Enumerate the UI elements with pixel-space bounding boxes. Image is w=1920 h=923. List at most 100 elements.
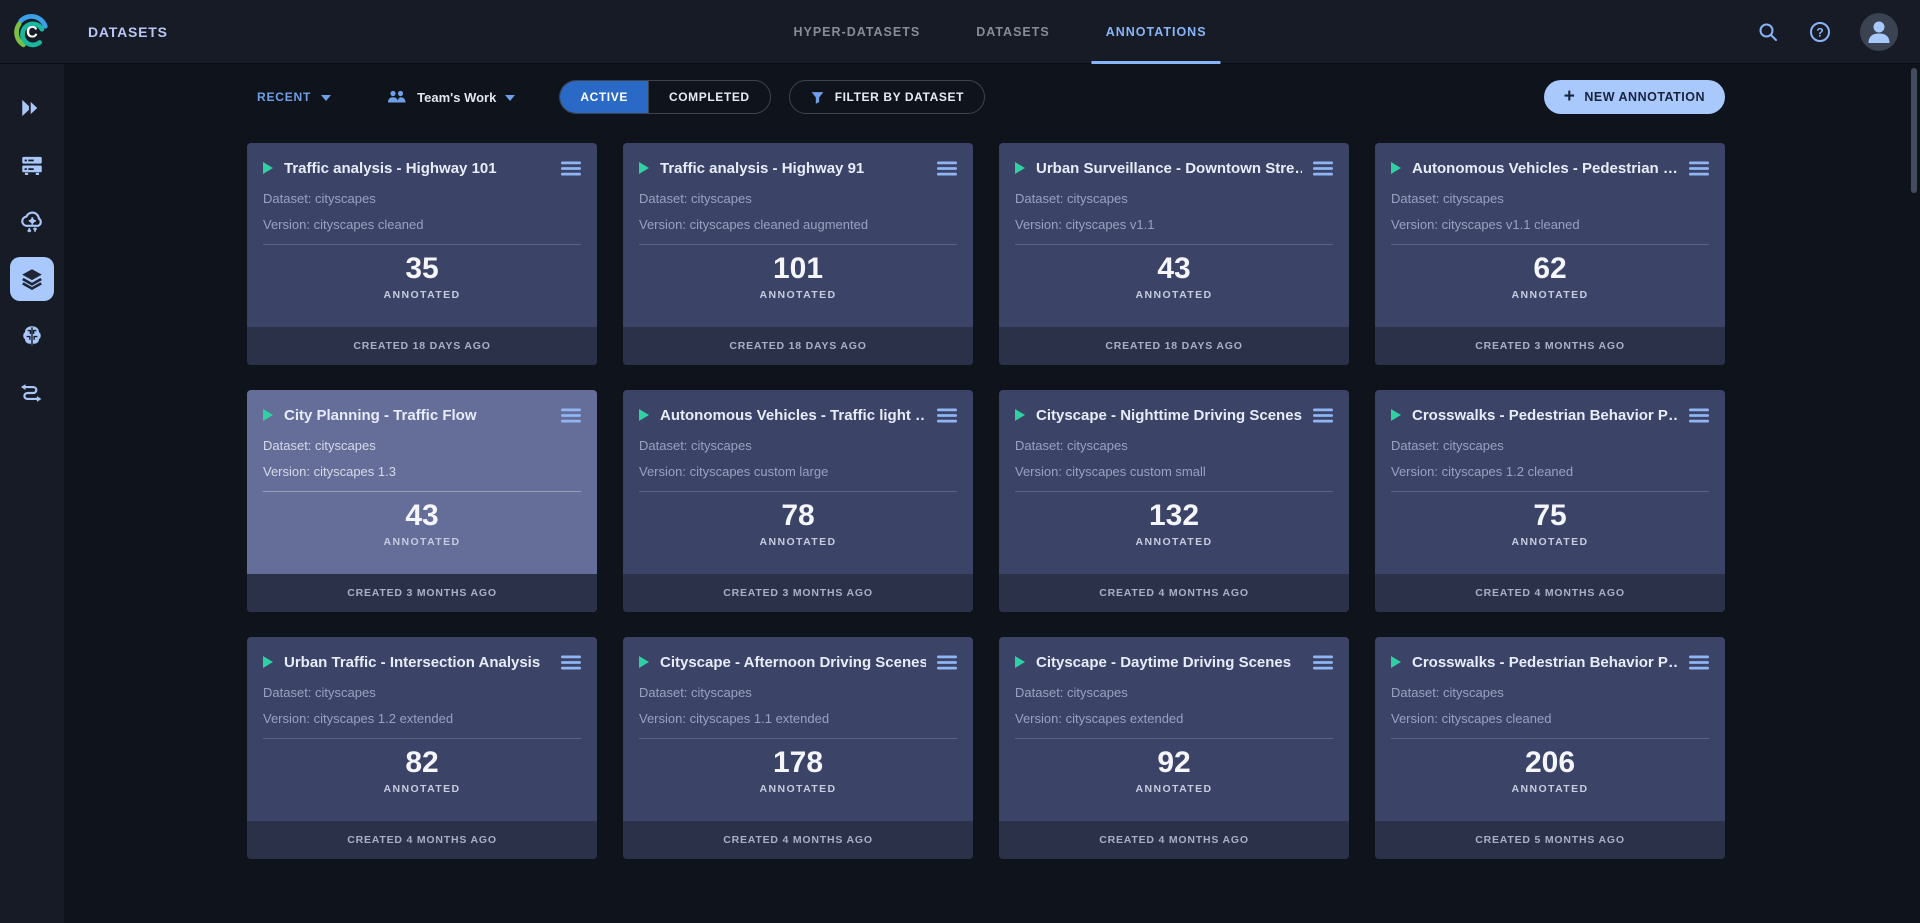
- card-created-footer: CREATED 4 MONTHS AGO: [247, 821, 597, 859]
- filter-by-dataset-button[interactable]: FILTER BY DATASET: [789, 80, 985, 114]
- card-created-footer: CREATED 4 MONTHS AGO: [1375, 574, 1725, 612]
- sidebar-item-pipelines[interactable]: [10, 371, 54, 415]
- play-icon[interactable]: [263, 162, 273, 174]
- card-menu-button[interactable]: [937, 655, 957, 670]
- play-icon[interactable]: [1391, 162, 1401, 174]
- annotated-label: ANNOTATED: [1391, 289, 1709, 301]
- card-version: Version: cityscapes custom large: [639, 464, 957, 479]
- sidebar-nav: [0, 64, 64, 923]
- card-created-footer: CREATED 5 MONTHS AGO: [1375, 821, 1725, 859]
- new-annotation-button[interactable]: + NEW ANNOTATION: [1544, 80, 1725, 114]
- card-dataset: Dataset: cityscapes: [263, 191, 581, 206]
- card-created-footer: CREATED 18 DAYS AGO: [247, 327, 597, 365]
- sidebar-item-models[interactable]: [10, 314, 54, 358]
- card-version: Version: cityscapes 1.2 extended: [263, 711, 581, 726]
- sort-dropdown[interactable]: RECENT: [257, 90, 331, 104]
- card-menu-button[interactable]: [561, 655, 581, 670]
- card-created-footer: CREATED 4 MONTHS AGO: [999, 821, 1349, 859]
- card-created-footer: CREATED 18 DAYS AGO: [623, 327, 973, 365]
- annotation-card[interactable]: Cityscape - Afternoon Driving Scenes Dat…: [623, 637, 973, 859]
- play-icon[interactable]: [263, 656, 273, 668]
- annotation-card[interactable]: Urban Traffic - Intersection Analysis Da…: [247, 637, 597, 859]
- card-menu-button[interactable]: [1313, 655, 1333, 670]
- annotated-label: ANNOTATED: [1391, 536, 1709, 548]
- hamburger-menu-icon: [1689, 655, 1709, 670]
- card-menu-button[interactable]: [937, 408, 957, 423]
- card-divider: [639, 244, 957, 245]
- annotation-card[interactable]: Traffic analysis - Highway 91 Dataset: c…: [623, 143, 973, 365]
- status-filter-active[interactable]: ACTIVE: [560, 81, 648, 113]
- card-header: Autonomous Vehicles - Pedestrian …: [1391, 156, 1709, 180]
- play-icon[interactable]: [1015, 656, 1025, 668]
- card-menu-button[interactable]: [937, 161, 957, 176]
- annotation-card[interactable]: Traffic analysis - Highway 101 Dataset: …: [247, 143, 597, 365]
- card-menu-button[interactable]: [1689, 408, 1709, 423]
- card-menu-button[interactable]: [1689, 161, 1709, 176]
- card-title: Crosswalks - Pedestrian Behavior P…: [1412, 407, 1678, 424]
- annotation-card[interactable]: City Planning - Traffic Flow Dataset: ci…: [247, 390, 597, 612]
- card-version: Version: cityscapes cleaned augmented: [639, 217, 957, 232]
- svg-text:?: ?: [1816, 25, 1823, 39]
- sidebar-item-datasets[interactable]: [10, 257, 54, 301]
- card-menu-button[interactable]: [1313, 161, 1333, 176]
- projects-icon: [19, 95, 45, 121]
- card-divider: [1015, 738, 1333, 739]
- vertical-scrollbar-thumb[interactable]: [1911, 68, 1917, 193]
- card-body: Crosswalks - Pedestrian Behavior P… Data…: [1375, 390, 1725, 574]
- play-icon[interactable]: [1391, 656, 1401, 668]
- hamburger-menu-icon: [561, 161, 581, 176]
- card-menu-button[interactable]: [561, 161, 581, 176]
- scope-dropdown[interactable]: Team's Work: [387, 89, 515, 105]
- card-body: Urban Traffic - Intersection Analysis Da…: [247, 637, 597, 821]
- annotated-count: 78: [639, 499, 957, 533]
- search-icon[interactable]: [1756, 20, 1780, 44]
- sidebar-item-projects[interactable]: [10, 86, 54, 130]
- tab-hyper-datasets[interactable]: HYPER-DATASETS: [793, 0, 920, 64]
- annotation-card[interactable]: Urban Surveillance - Downtown Stre… Data…: [999, 143, 1349, 365]
- card-version: Version: cityscapes 1.2 cleaned: [1391, 464, 1709, 479]
- play-icon[interactable]: [1391, 409, 1401, 421]
- card-version: Version: cityscapes extended: [1015, 711, 1333, 726]
- card-menu-button[interactable]: [1313, 408, 1333, 423]
- card-divider: [639, 491, 957, 492]
- annotation-card[interactable]: Autonomous Vehicles - Pedestrian … Datas…: [1375, 143, 1725, 365]
- sort-label: RECENT: [257, 90, 311, 104]
- card-menu-button[interactable]: [561, 408, 581, 423]
- annotation-card[interactable]: Crosswalks - Pedestrian Behavior P… Data…: [1375, 637, 1725, 859]
- chevron-down-icon: [505, 95, 515, 101]
- status-filter-completed[interactable]: COMPLETED: [648, 81, 770, 113]
- annotation-card[interactable]: Cityscape - Nighttime Driving Scenes Dat…: [999, 390, 1349, 612]
- app-logo: C: [0, 0, 64, 64]
- hamburger-menu-icon: [937, 408, 957, 423]
- card-divider: [263, 491, 581, 492]
- card-menu-button[interactable]: [1689, 655, 1709, 670]
- play-icon[interactable]: [1015, 409, 1025, 421]
- card-divider: [1391, 491, 1709, 492]
- play-icon[interactable]: [639, 162, 649, 174]
- annotation-card[interactable]: Autonomous Vehicles - Traffic light … Da…: [623, 390, 973, 612]
- annotation-card[interactable]: Cityscape - Daytime Driving Scenes Datas…: [999, 637, 1349, 859]
- card-body: Autonomous Vehicles - Traffic light … Da…: [623, 390, 973, 574]
- card-version: Version: cityscapes cleaned: [263, 217, 581, 232]
- sidebar-item-applications[interactable]: [10, 200, 54, 244]
- user-avatar[interactable]: [1860, 13, 1898, 51]
- card-version: Version: cityscapes custom small: [1015, 464, 1333, 479]
- card-header: Cityscape - Daytime Driving Scenes: [1015, 650, 1333, 674]
- svg-text:C: C: [26, 23, 38, 41]
- tab-datasets[interactable]: DATASETS: [976, 0, 1050, 64]
- hamburger-menu-icon: [1689, 161, 1709, 176]
- play-icon[interactable]: [639, 409, 649, 421]
- tab-annotations[interactable]: ANNOTATIONS: [1106, 0, 1207, 64]
- play-icon[interactable]: [639, 656, 649, 668]
- help-icon[interactable]: ?: [1808, 20, 1832, 44]
- card-dataset: Dataset: cityscapes: [639, 438, 957, 453]
- card-dataset: Dataset: cityscapes: [1015, 685, 1333, 700]
- play-icon[interactable]: [263, 409, 273, 421]
- content-area: RECENT Team's Work ACTIVE COMPLETED FILT…: [64, 64, 1920, 923]
- annotated-count: 35: [263, 252, 581, 286]
- sidebar-item-workers-queues[interactable]: [10, 143, 54, 187]
- card-body: Urban Surveillance - Downtown Stre… Data…: [999, 143, 1349, 327]
- annotation-card[interactable]: Crosswalks - Pedestrian Behavior P… Data…: [1375, 390, 1725, 612]
- play-icon[interactable]: [1015, 162, 1025, 174]
- card-header: Crosswalks - Pedestrian Behavior P…: [1391, 650, 1709, 674]
